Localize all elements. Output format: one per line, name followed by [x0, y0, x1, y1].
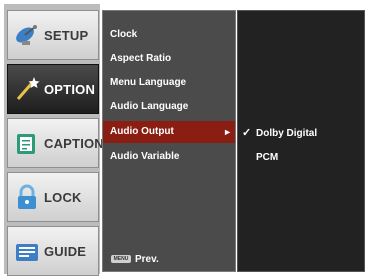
submenu-item-dolby-digital[interactable]: ✓ Dolby Digital	[242, 123, 317, 143]
menu-item-label: Aspect Ratio	[110, 53, 172, 64]
magic-wand-icon	[12, 74, 42, 104]
menu-item-label: Audio Variable	[110, 151, 180, 162]
menu-item-aspect-ratio[interactable]: Aspect Ratio	[103, 48, 235, 70]
option-menu-panel: Clock Aspect Ratio Menu Language Audio L…	[102, 10, 236, 272]
category-tabs: SETUP OPTION CAPTION LOCK GUIDE	[4, 4, 104, 276]
prev-hint[interactable]: MENU Prev.	[111, 252, 159, 266]
tv-menu-screen: SETUP OPTION CAPTION LOCK GUIDE Clock As…	[0, 0, 370, 277]
prev-label: Prev.	[135, 253, 159, 265]
caption-book-icon	[12, 128, 42, 158]
menu-item-label: Menu Language	[110, 77, 187, 88]
tab-guide[interactable]: GUIDE	[7, 226, 99, 276]
submenu-item-label: Dolby Digital	[256, 128, 318, 139]
submenu-item-label: PCM	[256, 152, 279, 163]
tab-option[interactable]: OPTION	[7, 64, 99, 114]
tab-lock[interactable]: LOCK	[7, 172, 99, 222]
submenu-arrow-icon: ►	[223, 127, 232, 137]
menu-item-clock[interactable]: Clock	[103, 24, 235, 46]
menu-item-audio-variable[interactable]: Audio Variable	[103, 146, 235, 168]
tab-guide-label: GUIDE	[44, 243, 87, 259]
submenu-item-pcm[interactable]: PCM	[242, 148, 278, 168]
tab-option-label: OPTION	[44, 81, 96, 97]
guide-folder-icon	[12, 236, 42, 266]
tab-setup-label: SETUP	[44, 27, 89, 43]
menu-item-label: Audio Language	[110, 101, 189, 112]
tab-caption-label: CAPTION	[44, 135, 104, 151]
satellite-dish-icon	[12, 20, 42, 50]
menu-item-audio-output[interactable]: Audio Output ►	[103, 121, 235, 143]
menu-item-audio-language[interactable]: Audio Language	[103, 96, 235, 118]
menu-item-label: Audio Output	[110, 126, 174, 137]
tab-caption[interactable]: CAPTION	[7, 118, 104, 168]
menu-item-label: Clock	[110, 29, 138, 40]
menu-item-menu-language[interactable]: Menu Language	[103, 72, 235, 94]
menu-key-icon: MENU	[111, 255, 131, 263]
padlock-icon	[12, 182, 42, 212]
tab-lock-label: LOCK	[44, 189, 82, 205]
tab-setup[interactable]: SETUP	[7, 10, 99, 60]
checkmark-icon: ✓	[242, 127, 252, 139]
audio-output-submenu: ✓ Dolby Digital PCM	[237, 10, 365, 272]
